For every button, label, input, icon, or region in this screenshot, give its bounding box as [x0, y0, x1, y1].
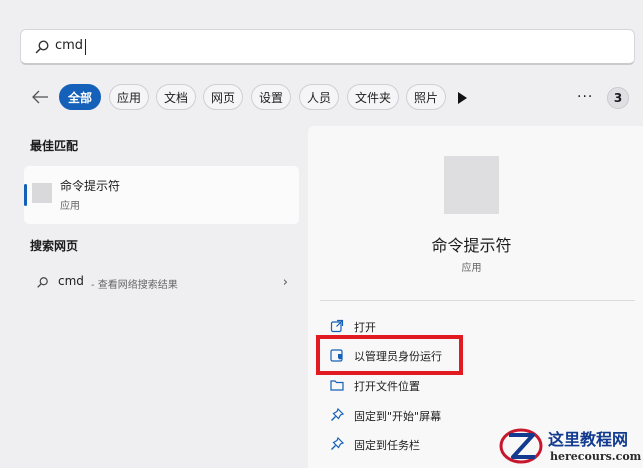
pin-icon [331, 408, 344, 421]
action-label: 固定到"开始"屏幕 [354, 410, 442, 423]
filter-chip-folders[interactable]: 文件夹 [347, 84, 399, 110]
command-prompt-icon [444, 156, 499, 214]
filter-chip-all[interactable]: 全部 [59, 84, 101, 110]
selection-indicator [24, 184, 27, 206]
filter-chip-photos[interactable]: 照片 [406, 84, 446, 110]
command-prompt-icon [32, 183, 52, 203]
web-search-suffix: - 查看网络搜索结果 [91, 280, 178, 291]
action-label: 固定到任务栏 [354, 439, 420, 452]
filter-chip-settings[interactable]: 设置 [251, 84, 291, 110]
filter-chip-apps[interactable]: 应用 [109, 84, 149, 110]
search-icon [37, 277, 48, 288]
open-external-icon [330, 319, 344, 333]
search-input[interactable]: cmd [55, 38, 83, 53]
divider [320, 300, 635, 301]
action-label: 打开 [354, 321, 376, 334]
action-label: 打开文件位置 [354, 380, 420, 393]
scroll-right-icon[interactable] [457, 92, 467, 104]
highlight-annotation [316, 335, 463, 375]
best-match-name: 命令提示符 [60, 179, 121, 193]
detail-app-name: 命令提示符 [431, 236, 512, 255]
web-search-result[interactable]: cmd - 查看网络搜索结果 › [36, 274, 288, 292]
more-options-button[interactable]: ··· [577, 89, 593, 105]
web-search-query: cmd [58, 274, 84, 288]
folder-icon [330, 380, 344, 391]
pin-icon [331, 437, 344, 450]
watermark-name: 这里教程网 [548, 430, 629, 449]
best-match-heading: 最佳匹配 [30, 139, 79, 153]
filter-chip-web[interactable]: 网页 [203, 84, 243, 110]
back-arrow-icon[interactable] [30, 88, 50, 106]
rewards-badge[interactable]: 3 [607, 87, 629, 109]
detail-pane: 命令提示符 应用 打开 以管理员身份运行 打开文件位置 固定到"开始"屏幕 固定… [308, 126, 643, 468]
watermark-logo: 这里教程网 herecours.com [496, 424, 641, 468]
search-icon [35, 40, 49, 54]
best-match-result[interactable]: 命令提示符 应用 [24, 166, 299, 224]
best-match-type: 应用 [60, 201, 80, 212]
web-search-heading: 搜索网页 [30, 239, 79, 253]
detail-app-type: 应用 [461, 263, 482, 274]
filter-chip-documents[interactable]: 文档 [156, 84, 196, 110]
logo-mark-icon [499, 428, 543, 464]
text-caret [85, 39, 86, 55]
filter-chip-people[interactable]: 人员 [299, 84, 339, 110]
search-box[interactable]: cmd [20, 29, 635, 65]
watermark-url: herecours.com [550, 450, 642, 463]
chevron-right-icon: › [282, 275, 288, 290]
